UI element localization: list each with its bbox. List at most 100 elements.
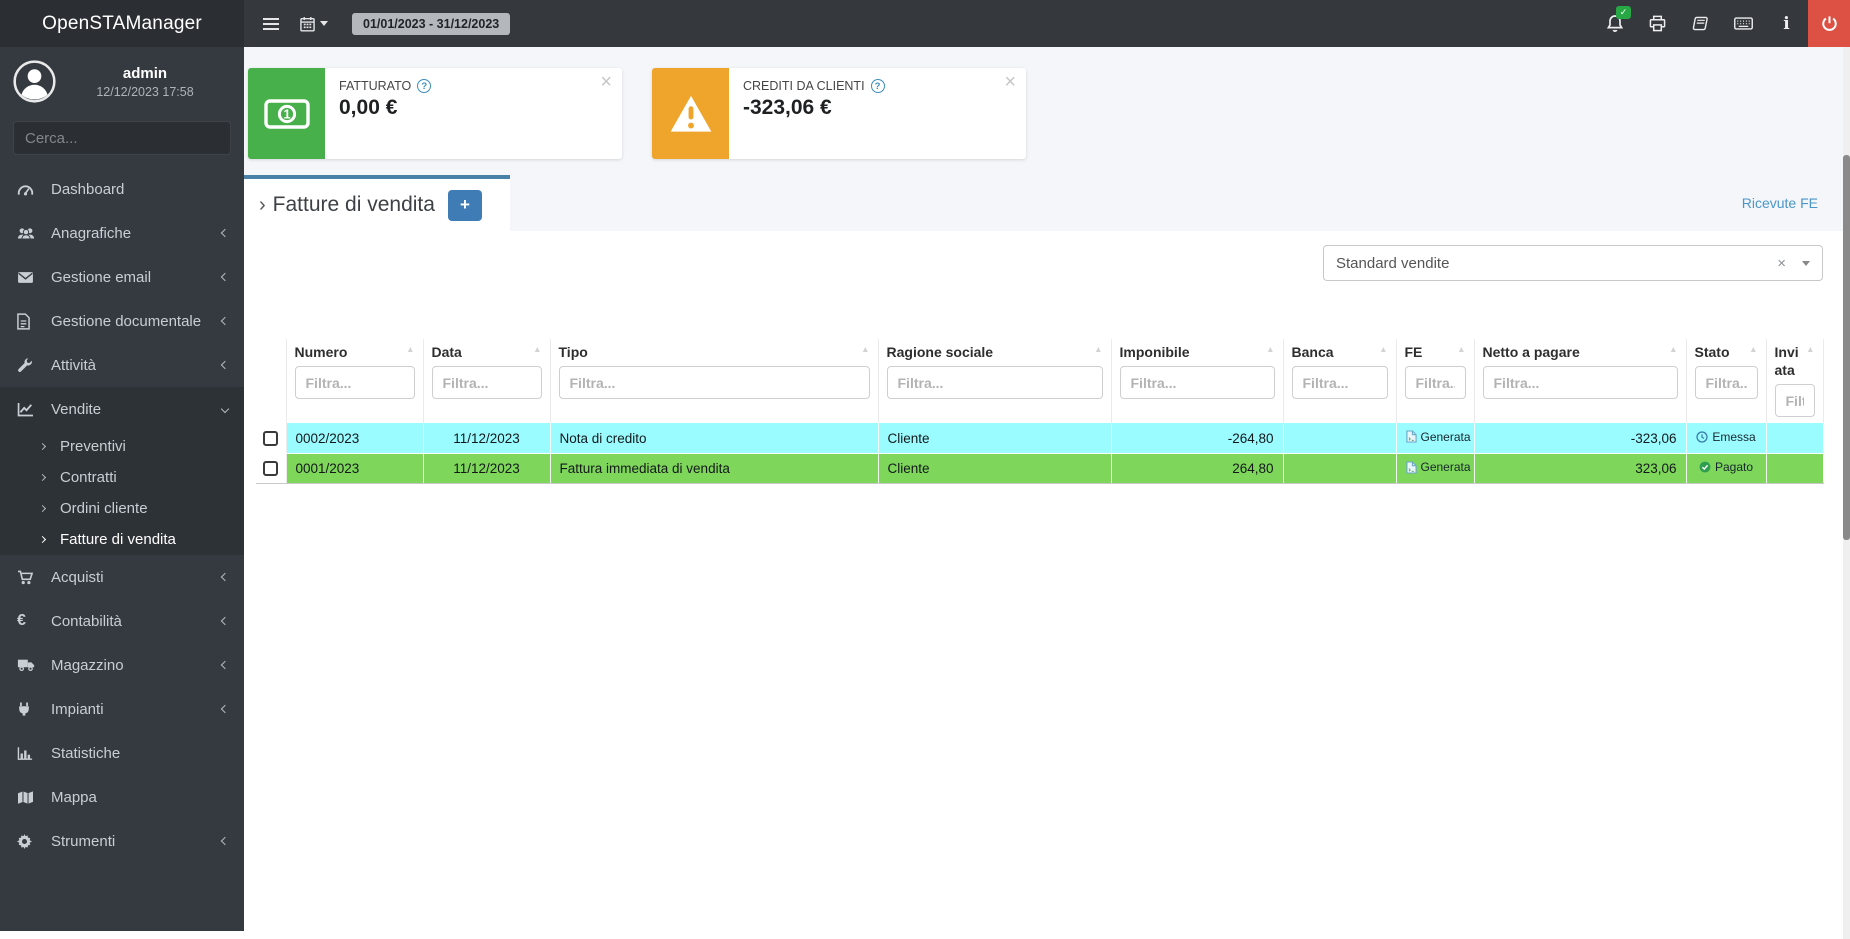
sidebar-item-gestione-documentale[interactable]: Gestione documentale [0,299,244,343]
card-crediti-da-clienti: CREDITI DA CLIENTI ? -323,06 € × [652,68,1026,159]
card-value: -323,06 € [743,96,832,119]
help-icon[interactable]: ? [417,79,432,93]
cell-ragione-sociale: Cliente [878,453,1112,484]
top-navbar: OpenSTAManager 01/01/2023 - 31/12/2023 ✓… [0,0,1850,47]
sidebar-item-statistiche[interactable]: Statistiche [0,731,244,775]
print-button[interactable] [1636,0,1679,47]
col-stato[interactable]: Stato ▲ [1695,343,1758,361]
sort-icon: ▲ [1806,344,1815,354]
sidebar-item-contabilita[interactable]: € Contabilità [0,599,244,643]
cell-inviata [1766,453,1824,484]
cell-data: 11/12/2023 [423,423,551,454]
filter-numero-input[interactable] [294,366,415,400]
col-numero[interactable]: Numero ▲ [295,343,415,361]
row-checkbox[interactable] [263,431,279,447]
help-icon[interactable]: ? [870,79,885,93]
card-label: FATTURATO [339,79,412,93]
tab-bar: › Fatture di vendita + Ricevute FE [244,175,1850,231]
row-checkbox-cell [256,453,287,484]
row-checkbox[interactable] [263,461,279,477]
sort-icon: ▲ [1749,344,1758,354]
filter-banca-input[interactable] [1291,366,1388,400]
sidebar-search[interactable] [13,121,231,155]
col-imponibile[interactable]: Imponibile ▲ [1120,343,1275,361]
sidebar-item-contratti[interactable]: Contratti [0,462,244,493]
chevron-right-icon: › [259,193,266,216]
cell-tipo: Fattura immediata di vendita [550,453,879,484]
table-row[interactable]: 0001/2023 11/12/2023 Fattura immediata d… [256,453,1824,484]
filter-netto-input[interactable] [1482,366,1678,400]
logout-button[interactable] [1808,0,1850,47]
sidebar-item-dashboard[interactable]: Dashboard [0,167,244,211]
chevron-right-icon [38,442,47,451]
app-brand[interactable]: OpenSTAManager [0,0,244,47]
col-data[interactable]: Data ▲ [432,343,542,361]
filter-stato-input[interactable] [1694,366,1758,400]
sidebar-item-anagrafiche[interactable]: Anagrafiche [0,211,244,255]
sidebar-item-vendite[interactable]: Vendite [0,387,244,431]
cell-ragione-sociale: Cliente [878,423,1112,454]
filter-tipo-input[interactable] [558,366,870,400]
search-input[interactable] [25,129,224,147]
scrollbar-thumb[interactable] [1843,155,1850,540]
docs-button[interactable] [1679,0,1722,47]
notifications-button[interactable]: ✓ [1593,0,1636,47]
sidebar-item-acquisti[interactable]: Acquisti [0,555,244,599]
plug-icon [17,701,42,717]
cell-numero: 0002/2023 [286,423,424,454]
col-tipo[interactable]: Tipo ▲ [559,343,870,361]
chevron-left-icon [220,704,230,714]
calendar-picker[interactable] [300,16,328,32]
col-inviata[interactable]: Inviata ▲ [1775,343,1815,379]
shortcuts-button[interactable] [1722,0,1765,47]
clear-icon[interactable]: × [1777,255,1786,272]
sidebar-item-preventivi[interactable]: Preventivi [0,431,244,462]
sidebar-item-magazzino[interactable]: Magazzino [0,643,244,687]
sidebar-item-attivita[interactable]: Attività [0,343,244,387]
chart-line-icon [17,402,42,417]
cell-fe: Generata [1396,453,1475,484]
chevron-right-icon [38,535,47,544]
filter-inviata-input[interactable] [1774,384,1815,418]
col-fe[interactable]: FE ▲ [1405,343,1466,361]
page-title: Fatture di vendita [272,193,435,216]
document-icon [17,312,42,330]
add-invoice-button[interactable]: + [447,189,482,221]
cell-fe: Generata [1396,423,1475,454]
sidebar-item-ordini-cliente[interactable]: Ordini cliente [0,493,244,524]
chevron-left-icon [220,228,230,238]
filter-ragione-sociale-input[interactable] [886,366,1103,400]
sidebar-item-mappa[interactable]: Mappa [0,775,244,819]
sidebar-item-fatture-di-vendita[interactable]: Fatture di vendita [0,524,244,555]
sidebar-item-gestione-email[interactable]: Gestione email [0,255,244,299]
col-banca[interactable]: Banca ▲ [1292,343,1388,361]
table-row[interactable]: 0002/2023 11/12/2023 Nota di credito Cli… [256,423,1824,454]
tab-fatture-di-vendita[interactable]: › Fatture di vendita + [244,175,510,231]
filter-data-input[interactable] [431,366,542,400]
chevron-left-icon [220,616,230,626]
euro-icon: € [17,612,26,629]
filter-fe-input[interactable] [1404,366,1466,400]
chart-bar-icon [17,746,42,761]
col-netto-a-pagare[interactable]: Netto a pagare ▲ [1483,343,1678,361]
select-all-header [256,339,287,424]
invoices-table: Numero▲ Data▲ Tipo▲ Ragione sociale▲ Imp… [256,339,1824,484]
sidebar-item-impianti[interactable]: Impianti [0,687,244,731]
info-button[interactable]: i [1765,0,1808,47]
close-icon[interactable]: × [600,70,612,94]
card-fatturato: 1 FATTURATO ? 0,00 € × [248,68,622,159]
col-ragione-sociale[interactable]: Ragione sociale ▲ [887,343,1103,361]
ricevute-fe-link[interactable]: Ricevute FE [1742,195,1818,211]
chevron-left-icon [220,272,230,282]
cell-netto: -323,06 [1474,423,1687,454]
hamburger-menu-icon[interactable] [262,17,280,31]
user-name[interactable]: admin [56,65,234,82]
chevron-down-icon[interactable] [1802,260,1810,266]
view-select[interactable]: Standard vendite × [1323,245,1823,281]
sidebar-item-strumenti[interactable]: Strumenti [0,819,244,863]
close-icon[interactable]: × [1004,70,1016,94]
chevron-left-icon [220,660,230,670]
view-select-value: Standard vendite [1336,254,1450,272]
date-range-badge[interactable]: 01/01/2023 - 31/12/2023 [352,12,511,35]
filter-imponibile-input[interactable] [1119,366,1275,400]
